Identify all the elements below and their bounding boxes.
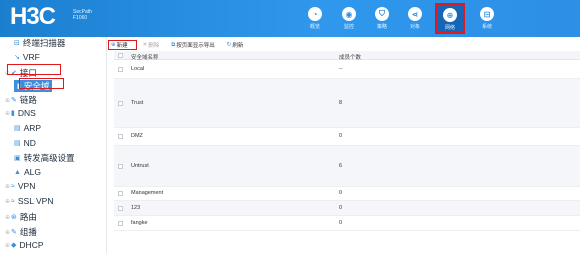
highlight-box [19, 78, 64, 89]
export-button[interactable]: ⧉ 按页面显示导出 [171, 41, 220, 50]
globe-icon: ⊕ [443, 8, 457, 22]
row-checkbox[interactable] [118, 164, 123, 169]
plus-icon: ⊕ [111, 42, 116, 48]
new-button[interactable]: ⊕ 新建 [108, 40, 137, 50]
highlight-box [7, 64, 61, 75]
refresh-button[interactable]: ↻ 刷新 [227, 41, 250, 49]
alg-icon: ▲ [14, 168, 21, 176]
sidebar-item-ssl-vpn[interactable]: ⊕ ≈ SSL VPN [5, 196, 53, 206]
forwarding-icon: ▣ [14, 155, 21, 162]
table-row[interactable]: fangke 0 [114, 216, 580, 231]
vrf-icon: ↘ [14, 54, 20, 61]
table-row[interactable]: Untrust 6 [114, 146, 580, 187]
sidebar-item-route[interactable]: ⊕ ⊛ 路由 [5, 211, 37, 223]
table-row[interactable]: Local -- [114, 60, 580, 79]
row-checkbox[interactable] [118, 206, 123, 211]
sidebar: ⊟ 终端扫描器 ↘ VRF ⊕ ✔ 接口 ▮ 安全域 ⊕ ✎ 链路 ⊕ ▮ DNS ▤ ARP ▤ N… [0, 37, 107, 253]
nd-icon: ▤ [14, 140, 21, 147]
nav-policy[interactable]: ⛉ 策略 [369, 0, 395, 37]
share-icon: ⋖ [408, 7, 422, 21]
table-row[interactable]: Management 0 [114, 187, 580, 201]
row-checkbox[interactable] [118, 221, 123, 226]
link-icon: ✎ [11, 97, 17, 104]
close-icon: ✕ [142, 42, 148, 48]
sidebar-item-dns[interactable]: ⊕ ▮ DNS [5, 108, 36, 118]
sidebar-item-link[interactable]: ⊕ ✎ 链路 [5, 94, 37, 106]
row-checkbox[interactable] [118, 101, 123, 106]
expand-icon: ⊕ [5, 110, 11, 117]
sidebar-item-vrf[interactable]: ↘ VRF [14, 52, 40, 62]
expand-icon: ⊕ [5, 242, 11, 249]
dashboard-icon: ◔ [308, 7, 322, 21]
nav-object[interactable]: ⋖ 对象 [402, 0, 428, 37]
main-content: ⊕ 新建 ✕ 删除 ⧉ 按页面显示导出 ↻ 刷新 安全域名称 成员个数 Local --… [108, 37, 580, 253]
select-all-checkbox[interactable] [118, 53, 123, 58]
table-row[interactable]: Trust 8 [114, 79, 580, 128]
nav-system[interactable]: ⊟ 系统 [474, 0, 500, 37]
nav-monitor[interactable]: ◉ 监控 [336, 0, 362, 37]
monitor-icon: ◉ [342, 7, 356, 21]
dhcp-icon: ◆ [11, 242, 17, 249]
top-bar: H3C SecPath F1060 ◔ 概览 ◉ 监控 ⛉ 策略 ⋖ 对象 ⊕ … [0, 0, 580, 37]
refresh-icon: ↻ [226, 42, 232, 48]
expand-icon: ⊕ [5, 214, 11, 221]
multicast-icon: ✎ [11, 229, 17, 236]
sidebar-item-nd[interactable]: ▤ ND [14, 138, 36, 148]
export-icon: ⧉ [171, 41, 176, 48]
table-row[interactable]: DMZ 0 [114, 128, 580, 146]
vpn-icon: ≈ [11, 182, 15, 190]
sidebar-item-dhcp[interactable]: ⊕ ◆ DHCP [5, 240, 44, 250]
brand-logo: H3C [10, 3, 56, 30]
device-model: SecPath F1060 [73, 9, 92, 21]
nav-overview[interactable]: ◔ 概览 [302, 0, 328, 37]
row-checkbox[interactable] [118, 191, 123, 196]
dns-icon: ▮ [11, 110, 15, 117]
expand-icon: ⊕ [5, 183, 11, 190]
table-row[interactable]: 123 0 [114, 201, 580, 216]
arp-icon: ▤ [14, 125, 21, 132]
row-checkbox[interactable] [118, 134, 123, 139]
shield-icon: ⛉ [375, 7, 389, 21]
route-icon: ⊛ [11, 214, 17, 221]
expand-icon: ⊕ [5, 198, 11, 205]
expand-icon: ⊕ [5, 97, 11, 104]
sidebar-item-multicast[interactable]: ⊕ ✎ 组播 [5, 226, 37, 238]
sidebar-item-arp[interactable]: ▤ ARP [14, 123, 41, 133]
nav-network[interactable]: ⊕ 网络 [435, 3, 465, 34]
scanner-icon: ⊟ [14, 40, 20, 47]
expand-icon: ⊕ [5, 229, 11, 236]
system-icon: ⊟ [480, 7, 494, 21]
delete-button[interactable]: ✕ 删除 [143, 41, 166, 49]
sidebar-item-forwarding[interactable]: ▣ 转发高级设置 [14, 152, 75, 164]
table-header: 安全域名称 成员个数 [114, 51, 580, 61]
sidebar-item-scanner[interactable]: ⊟ 终端扫描器 [14, 37, 65, 49]
sidebar-item-vpn[interactable]: ⊕ ≈ VPN [5, 181, 35, 191]
toolbar: ⊕ 新建 ✕ 删除 ⧉ 按页面显示导出 ↻ 刷新 [108, 40, 255, 50]
sidebar-item-alg[interactable]: ▲ ALG [14, 167, 41, 177]
row-checkbox[interactable] [118, 67, 123, 72]
ssl-vpn-icon: ≈ [11, 197, 15, 205]
